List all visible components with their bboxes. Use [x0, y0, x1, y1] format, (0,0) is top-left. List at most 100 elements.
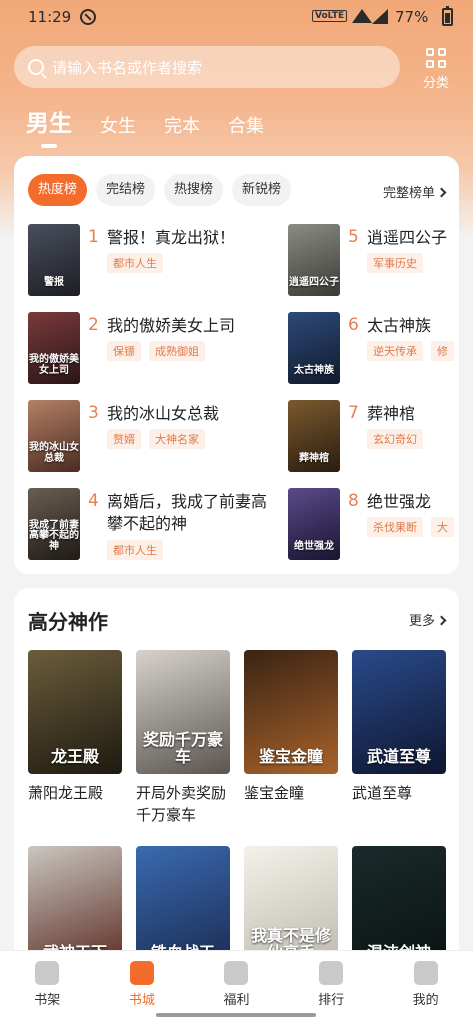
tab-male[interactable]: 男生 [26, 104, 72, 148]
ranking-item[interactable]: 逍遥四公子 5 逍遥四公子 军事历史 [288, 224, 459, 296]
ranking-item-cover: 太古神族 [288, 312, 340, 384]
book-card[interactable]: 龙王殿 萧阳龙王殿 [28, 650, 124, 804]
more-link[interactable]: 更多 [409, 610, 447, 629]
ranking-item[interactable]: 我成了前妻高攀不起的神 4 离婚后，我成了前妻高攀不起的神 都市人生 [28, 488, 288, 560]
ranking-item[interactable]: 警报 1 警报！真龙出狱！ 都市人生 [28, 224, 288, 296]
ranking-item[interactable]: 我的傲娇美女上司 2 我的傲娇美女上司 保镖 成熟御姐 [28, 312, 288, 384]
ranking-item-title: 我的傲娇美女上司 [107, 316, 236, 335]
gift-icon [224, 961, 249, 985]
book-cover-image: 龙王殿 [28, 650, 122, 774]
do-not-disturb-icon [80, 9, 96, 25]
chevron-right-icon [436, 615, 447, 626]
ranking-item[interactable]: 绝世强龙 8 绝世强龙 杀伐果断大 [288, 488, 459, 560]
ranking-item[interactable]: 葬神棺 7 葬神棺 玄幻奇幻 [288, 400, 459, 472]
nav-label: 书城 [128, 993, 155, 1008]
nav-item-profile[interactable]: 我的 [378, 951, 473, 1024]
genre-tag: 修 [431, 341, 454, 361]
bookshelf-icon [35, 961, 60, 985]
gender-tabs: 男生 女生 完本 合集 [26, 104, 292, 148]
ranking-card: 热度榜 完结榜 热搜榜 新锐榜 完整榜单 警报 1 警报！真龙出狱！ 都市人生 我的傲娇… [14, 156, 459, 574]
ranking-number: 8 [348, 491, 359, 511]
genre-tag: 军事历史 [367, 253, 423, 273]
book-card[interactable]: 奖励千万豪车 开局外卖奖励千万豪车 [136, 650, 232, 826]
ranking-number: 7 [348, 403, 359, 423]
genre-tag: 逆天传承 [367, 341, 423, 361]
home-indicator [156, 1013, 316, 1017]
ranking-item-title: 太古神族 [367, 316, 432, 335]
ranking-item-tags: 逆天传承修 [367, 341, 459, 361]
bookstore-icon [129, 961, 154, 985]
ranking-item[interactable]: 太古神族 6 太古神族 逆天传承修 [288, 312, 459, 384]
ranking-icon [319, 961, 344, 985]
genre-tag: 赘婿 [107, 429, 141, 449]
nav-label: 我的 [412, 993, 439, 1008]
genre-tag: 都市人生 [107, 253, 163, 273]
ranking-tab-new[interactable]: 新锐榜 [232, 174, 292, 206]
book-cover-image: 奖励千万豪车 [136, 650, 230, 774]
book-cover-image: 太古神族 [288, 312, 340, 384]
search-input[interactable]: 请输入书名或作者搜索 [14, 46, 400, 88]
genre-tag: 成熟御姐 [149, 341, 205, 361]
ranking-item-tags: 军事历史 [367, 253, 431, 273]
ranking-item-title: 离婚后，我成了前妻高攀不起的神 [107, 492, 268, 533]
status-bar: 11:29 VoLTE 77% [0, 0, 473, 36]
ranking-item-title: 警报！真龙出狱！ [107, 228, 236, 247]
nav-item-bookshelf[interactable]: 书架 [0, 951, 95, 1024]
full-ranking-link[interactable]: 完整榜单 [382, 182, 447, 201]
ranking-item-cover: 逍遥四公子 [288, 224, 340, 296]
ranking-item-tags: 玄幻奇幻 [367, 429, 431, 449]
book-cover: 奖励千万豪车 [136, 650, 230, 774]
ranking-item-cover: 绝世强龙 [288, 488, 340, 560]
book-cover-image: 我成了前妻高攀不起的神 [28, 488, 80, 560]
genre-tag: 大 [431, 517, 454, 537]
ranking-tab-search[interactable]: 热搜榜 [164, 174, 224, 206]
book-card[interactable]: 武道至尊 武道至尊 [352, 650, 448, 804]
book-cover-image: 武道至尊 [352, 650, 446, 774]
tab-completed[interactable]: 完本 [164, 112, 200, 148]
category-button[interactable]: 分类 [416, 46, 456, 91]
ranking-tab-hot[interactable]: 热度榜 [28, 174, 88, 206]
chevron-right-icon [436, 187, 447, 198]
ranking-item-tags: 都市人生 [107, 540, 171, 560]
ranking-item-tags: 保镖 成熟御姐 [107, 341, 213, 361]
search-placeholder: 请输入书名或作者搜索 [52, 58, 203, 77]
book-cover: 鉴宝金瞳 [244, 650, 338, 774]
tab-collection[interactable]: 合集 [228, 112, 264, 148]
ranking-item-cover: 我的冰山女总裁 [28, 400, 80, 472]
ranking-item-tags: 赘婿 大神名家 [107, 429, 213, 449]
ranking-item-cover: 我成了前妻高攀不起的神 [28, 488, 80, 560]
signal-icon [372, 9, 388, 24]
book-cover-image: 我的傲娇美女上司 [28, 312, 80, 384]
genre-tag: 保镖 [107, 341, 141, 361]
ranking-item-title: 逍遥四公子 [367, 228, 448, 247]
ranking-item-cover: 葬神棺 [288, 400, 340, 472]
ranking-tab-finished[interactable]: 完结榜 [96, 174, 156, 206]
volte-icon: VoLTE [312, 10, 348, 22]
book-card[interactable]: 鉴宝金瞳 鉴宝金瞳 [244, 650, 340, 804]
book-cover-image: 绝世强龙 [288, 488, 340, 560]
status-time: 11:29 [28, 8, 72, 26]
book-cover: 龙王殿 [28, 650, 122, 774]
book-cover-image: 葬神棺 [288, 400, 340, 472]
ranking-item-cover: 我的傲娇美女上司 [28, 312, 80, 384]
book-cover-image: 警报 [28, 224, 80, 296]
ranking-item-cover: 警报 [28, 224, 80, 296]
book-cover-image: 鉴宝金瞳 [244, 650, 338, 774]
nav-label: 福利 [223, 993, 250, 1008]
book-cover: 武道至尊 [352, 650, 446, 774]
tab-female[interactable]: 女生 [100, 112, 136, 148]
book-cover-image: 逍遥四公子 [288, 224, 340, 296]
full-ranking-label: 完整榜单 [382, 186, 435, 201]
ranking-item[interactable]: 我的冰山女总裁 3 我的冰山女总裁 赘婿 大神名家 [28, 400, 288, 472]
book-title: 武道至尊 [352, 784, 413, 802]
profile-icon [413, 961, 438, 985]
ranking-item-tags: 都市人生 [107, 253, 171, 273]
battery-percent: 77% [395, 8, 429, 26]
search-icon [28, 59, 44, 75]
section-title: 高分神作 [28, 610, 108, 634]
ranking-number: 3 [88, 403, 99, 423]
ranking-number: 5 [348, 227, 359, 247]
battery-icon [442, 6, 453, 26]
genre-tag: 杀伐果断 [367, 517, 423, 537]
ranking-tabs: 热度榜 完结榜 热搜榜 新锐榜 [28, 174, 300, 206]
